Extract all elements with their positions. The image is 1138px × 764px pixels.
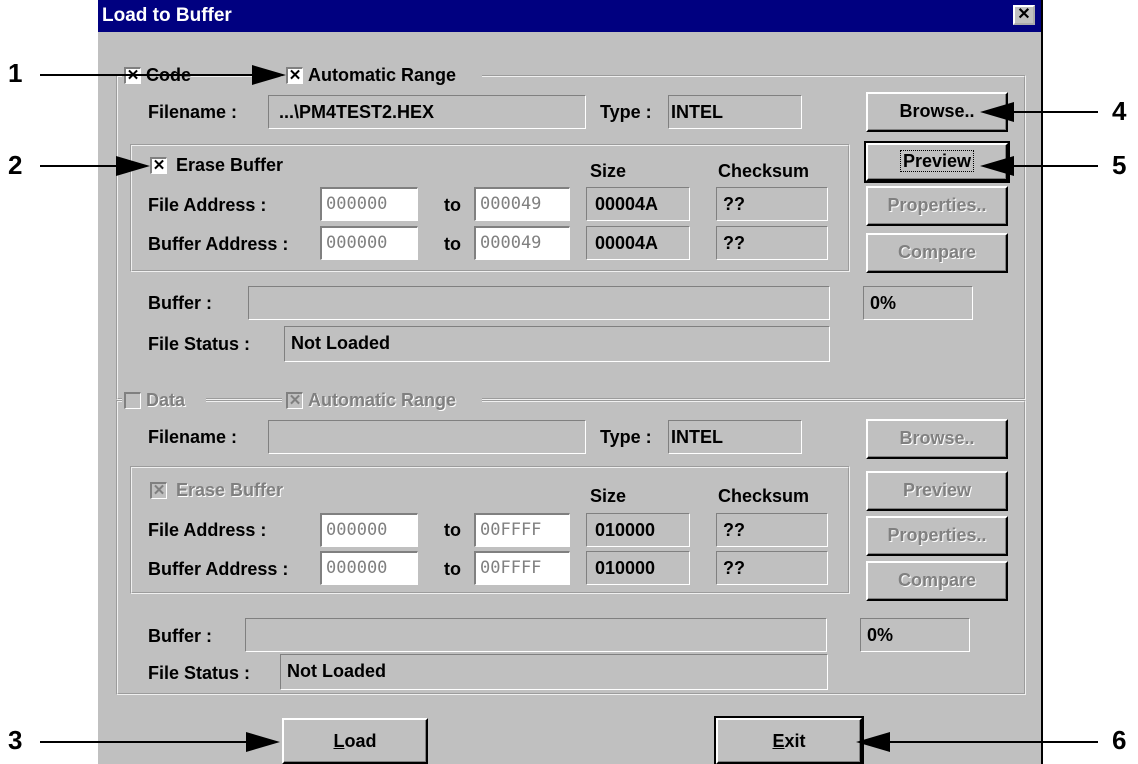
data-filename-field	[268, 420, 586, 454]
code-file-address-from-input[interactable]: 000000	[320, 187, 418, 221]
title-bar: Load to Buffer ✕	[98, 0, 1041, 32]
data-buffer-address-to-input[interactable]: 00FFFF	[474, 551, 570, 585]
data-group-label: Data	[146, 390, 186, 410]
code-file-address-to-input[interactable]: 000049	[474, 187, 570, 221]
callout-1-arrowhead	[252, 65, 286, 85]
code-status-field: Not Loaded	[284, 326, 830, 362]
data-buffer-checksum-field: ??	[716, 551, 828, 585]
code-properties-button[interactable]: Properties..	[866, 186, 1008, 226]
code-buffer-address-from-input[interactable]: 000000	[320, 226, 418, 260]
code-file-size-field: 00004A	[586, 187, 690, 221]
data-file-checksum-field: ??	[716, 513, 828, 547]
code-file-checksum-field: ??	[716, 187, 828, 221]
data-auto-range-checkbox[interactable]: ✕	[286, 392, 303, 409]
data-preview-button[interactable]: Preview	[866, 471, 1008, 511]
code-checksum-header: Checksum	[718, 161, 810, 181]
exit-label: xit	[784, 731, 806, 751]
code-buffer-address-label: Buffer Address :	[148, 234, 289, 254]
data-status-label: File Status :	[148, 663, 251, 683]
callout-4: 4	[1112, 96, 1127, 126]
code-type-label: Type :	[600, 102, 652, 122]
data-compare-button[interactable]: Compare	[866, 561, 1008, 601]
code-type-field: INTEL	[668, 95, 802, 129]
data-checksum-header: Checksum	[718, 486, 810, 506]
callout-2-arrowhead	[116, 156, 150, 176]
callout-5: 5	[1112, 150, 1127, 180]
code-buffer-address-to-input[interactable]: 000049	[474, 226, 570, 260]
data-erase-checkbox[interactable]: ✕	[150, 482, 167, 499]
code-file-address-label: File Address :	[148, 195, 267, 215]
close-icon[interactable]: ✕	[1013, 5, 1035, 25]
data-file-size-field: 010000	[586, 513, 690, 547]
code-status-label: File Status :	[148, 334, 251, 354]
code-preview-label: Preview	[899, 150, 975, 172]
code-auto-range-checkbox[interactable]: ✕	[286, 67, 303, 84]
code-auto-range-label: Automatic Range	[308, 65, 457, 85]
exit-mnemonic: E	[772, 731, 785, 751]
code-erase-checkbox[interactable]: ✕	[150, 157, 167, 174]
code-erase-label: Erase Buffer	[176, 155, 284, 175]
data-file-address-label: File Address :	[148, 520, 267, 540]
callout-2-arrow	[40, 165, 120, 167]
data-auto-range-label: Automatic Range	[308, 390, 457, 410]
data-buffer-size-field: 010000	[586, 551, 690, 585]
load-mnemonic: L	[333, 731, 345, 751]
code-compare-button[interactable]: Compare	[866, 233, 1008, 273]
code-buffer-checksum-field: ??	[716, 226, 828, 260]
data-buffer-address-from-input[interactable]: 000000	[320, 551, 418, 585]
data-file-address-to-input[interactable]: 00FFFF	[474, 513, 570, 547]
data-filename-label: Filename :	[148, 427, 238, 447]
load-button[interactable]: Load	[282, 718, 428, 764]
data-file-address-from-input[interactable]: 000000	[320, 513, 418, 547]
data-percent-field: 0%	[860, 618, 970, 652]
data-erase-label: Erase Buffer	[176, 480, 284, 500]
data-buffer-to-label: to	[444, 559, 461, 579]
callout-5-arrow	[1012, 165, 1098, 167]
callout-6-arrowhead	[856, 732, 890, 752]
load-to-buffer-dialog: Load to Buffer ✕ ✕ Code ✕ Automatic Rang…	[96, 0, 1043, 764]
callout-6: 6	[1112, 725, 1127, 755]
code-filename-label: Filename :	[148, 102, 238, 122]
load-label: oad	[344, 731, 377, 751]
window-title: Load to Buffer	[102, 5, 232, 26]
data-file-to-label: to	[444, 520, 461, 540]
code-size-header: Size	[590, 161, 627, 181]
data-status-field: Not Loaded	[280, 654, 828, 690]
code-buffer-label: Buffer :	[148, 293, 212, 313]
code-percent-field: 0%	[863, 286, 973, 320]
callout-4-arrowhead	[980, 102, 1014, 122]
data-buffer-label: Buffer :	[148, 626, 212, 646]
data-type-label: Type :	[600, 427, 652, 447]
code-buffer-progress	[248, 286, 830, 320]
callout-3: 3	[8, 725, 23, 755]
data-size-header: Size	[590, 486, 627, 506]
data-checkbox[interactable]	[124, 392, 141, 409]
callout-1: 1	[8, 58, 23, 88]
code-buffer-size-field: 00004A	[586, 226, 690, 260]
data-properties-button[interactable]: Properties..	[866, 516, 1008, 556]
callout-1-arrow	[40, 74, 256, 76]
data-buffer-address-label: Buffer Address :	[148, 559, 289, 579]
callout-6-arrow	[888, 741, 1098, 743]
data-type-field: INTEL	[668, 420, 802, 454]
data-buffer-progress	[245, 618, 827, 652]
code-buffer-to-label: to	[444, 234, 461, 254]
code-file-to-label: to	[444, 195, 461, 215]
callout-5-arrowhead	[980, 156, 1014, 176]
exit-button[interactable]: Exit	[714, 716, 864, 764]
callout-4-arrow	[1012, 111, 1098, 113]
callout-2: 2	[8, 150, 23, 180]
callout-3-arrow	[40, 741, 250, 743]
data-browse-button[interactable]: Browse..	[866, 419, 1008, 459]
callout-3-arrowhead	[246, 732, 280, 752]
code-filename-field: ...\PM4TEST2.HEX	[268, 95, 586, 129]
